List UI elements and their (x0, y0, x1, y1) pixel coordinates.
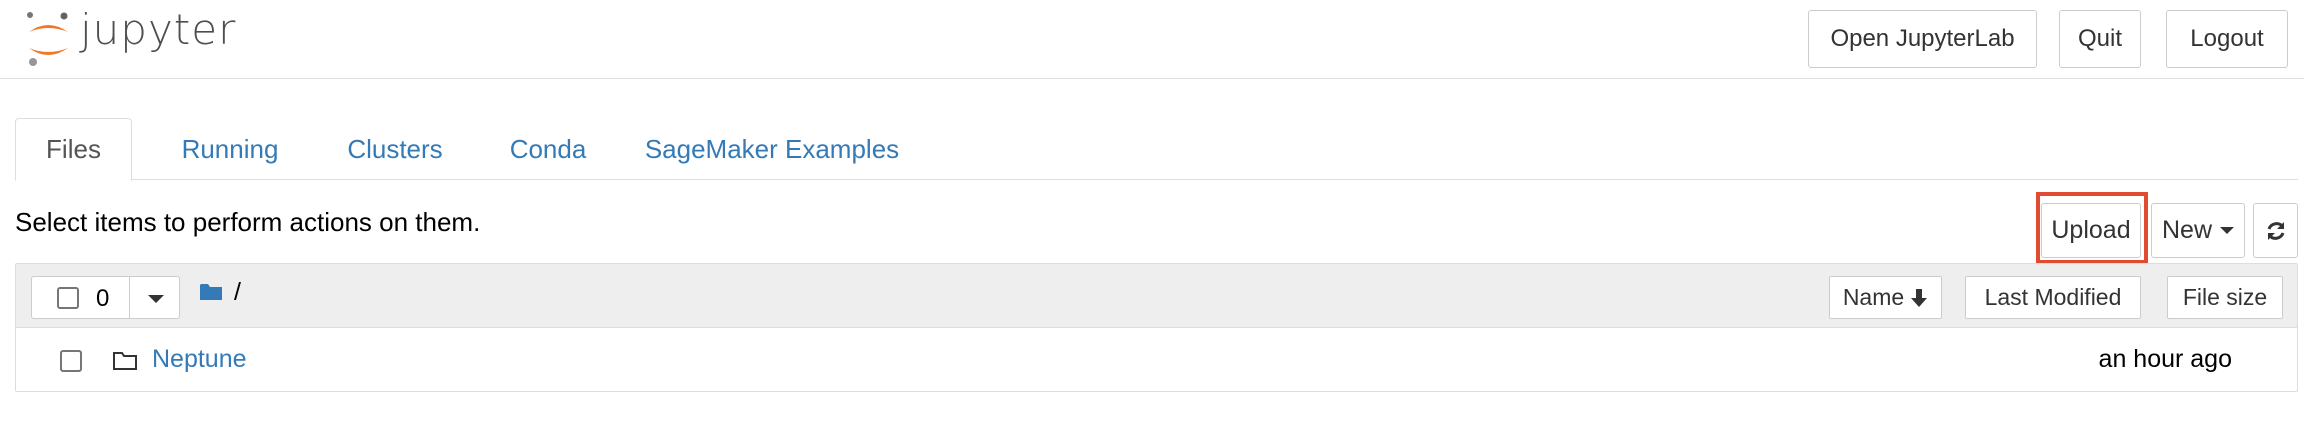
sort-by-last-modified-button[interactable]: Last Modified (1965, 276, 2141, 319)
refresh-button[interactable] (2253, 203, 2298, 258)
tab-sagemaker-examples[interactable]: SageMaker Examples (627, 118, 917, 180)
file-list-header: 0 / Name Last Modified File size (16, 264, 2297, 328)
name-column-label: Name (1842, 284, 1905, 310)
header: jupyter Open JupyterLab Quit Logout (0, 0, 2304, 79)
tab-clusters[interactable]: Clusters (323, 118, 467, 180)
folder-icon (113, 352, 137, 370)
jupyter-wordmark[interactable]: jupyter (80, 5, 236, 54)
new-dropdown-button[interactable]: New (2151, 203, 2245, 258)
tab-running[interactable]: Running (155, 118, 305, 180)
open-jupyterlab-button[interactable]: Open JupyterLab (1808, 10, 2037, 68)
row-checkbox[interactable] (60, 350, 82, 372)
breadcrumb-root[interactable]: / (234, 278, 241, 307)
item-last-modified: an hour ago (2098, 345, 2232, 373)
select-all-control[interactable]: 0 (31, 276, 180, 319)
jupyter-logo-icon[interactable] (24, 10, 74, 68)
selection-hint: Select items to perform actions on them. (15, 207, 481, 237)
chevron-down-icon (2220, 227, 2235, 234)
refresh-icon (2267, 221, 2284, 240)
select-all-checkbox[interactable] (57, 287, 79, 309)
file-list-panel: 0 / Name Last Modified File size Neptune… (15, 263, 2298, 392)
selected-count: 0 (96, 285, 110, 312)
folder-icon[interactable] (199, 282, 223, 302)
item-name-link[interactable]: Neptune (152, 345, 247, 374)
select-divider (129, 277, 130, 318)
upload-button[interactable]: Upload (2041, 203, 2141, 258)
table-row[interactable]: Neptune an hour ago (16, 328, 2297, 392)
sort-by-file-size-button[interactable]: File size (2167, 276, 2283, 319)
arrow-down-icon (1911, 288, 1928, 307)
sort-by-name-button[interactable]: Name (1829, 276, 1942, 319)
quit-button[interactable]: Quit (2059, 10, 2141, 68)
logout-button[interactable]: Logout (2166, 10, 2288, 68)
new-button-label: New (2162, 216, 2213, 244)
tab-files[interactable]: Files (15, 118, 132, 181)
tab-conda[interactable]: Conda (486, 118, 610, 180)
chevron-down-icon[interactable] (148, 295, 164, 303)
tab-bar: Files Running Clusters Conda SageMaker E… (15, 118, 2298, 181)
